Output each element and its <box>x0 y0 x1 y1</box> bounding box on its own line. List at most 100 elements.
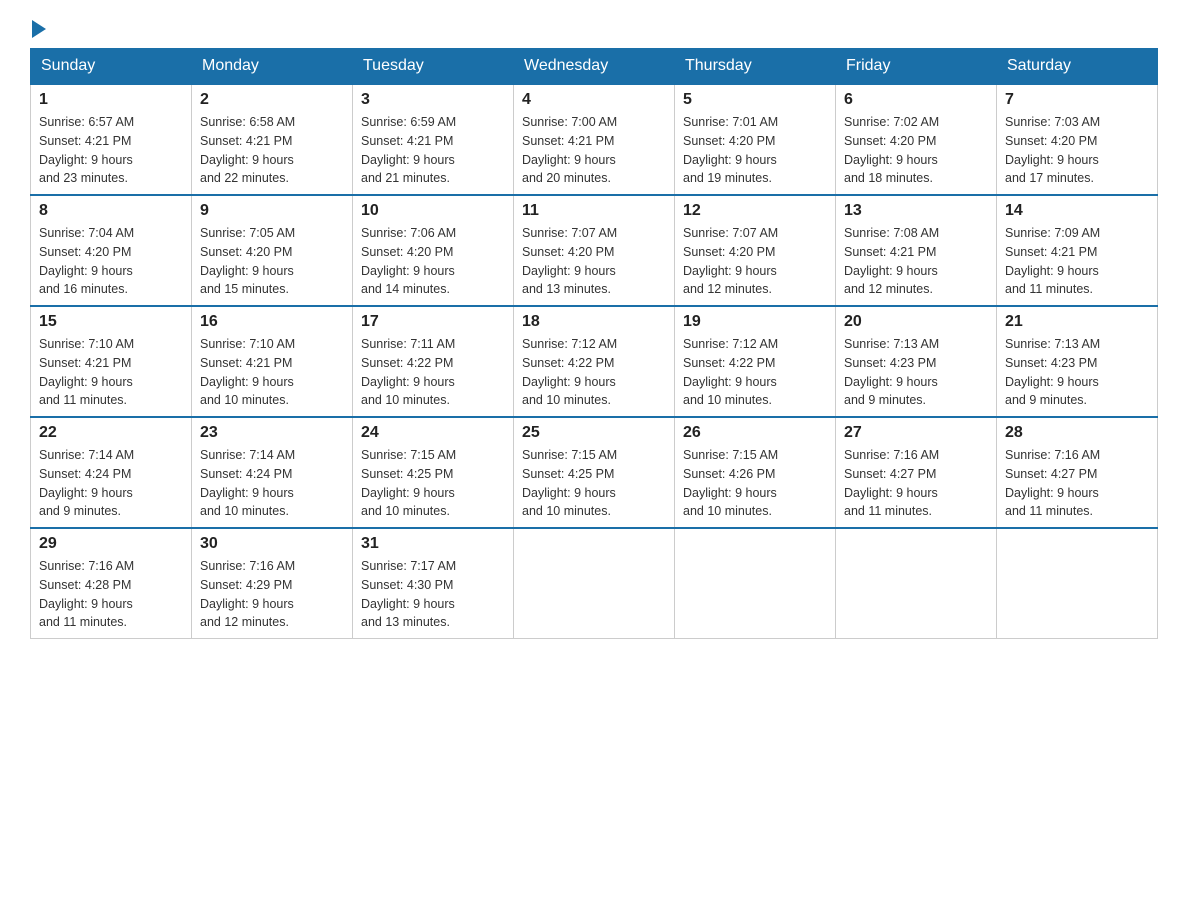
day-info: Sunrise: 6:57 AMSunset: 4:21 PMDaylight:… <box>39 113 183 188</box>
day-info: Sunrise: 7:00 AMSunset: 4:21 PMDaylight:… <box>522 113 666 188</box>
day-info: Sunrise: 7:10 AMSunset: 4:21 PMDaylight:… <box>200 335 344 410</box>
page-header <box>30 20 1158 38</box>
day-number: 19 <box>683 313 827 331</box>
calendar-body: 1 Sunrise: 6:57 AMSunset: 4:21 PMDaylight… <box>31 84 1158 639</box>
calendar-cell: 29 Sunrise: 7:16 AMSunset: 4:28 PMDayligh… <box>31 528 192 639</box>
day-number: 1 <box>39 91 183 109</box>
column-header-tuesday: Tuesday <box>353 49 514 85</box>
day-info: Sunrise: 7:13 AMSunset: 4:23 PMDaylight:… <box>844 335 988 410</box>
calendar-cell: 30Sunrise: 7:16 AMSunset: 4:29 PMDayligh… <box>192 528 353 639</box>
calendar-cell: 28 Sunrise: 7:16 AMSunset: 4:27 PMDayligh… <box>997 417 1158 528</box>
calendar-cell: 31Sunrise: 7:17 AMSunset: 4:30 PMDayligh… <box>353 528 514 639</box>
calendar-week-row: 15 Sunrise: 7:10 AMSunset: 4:21 PMDayligh… <box>31 306 1158 417</box>
calendar-week-row: 8 Sunrise: 7:04 AMSunset: 4:20 PMDaylight… <box>31 195 1158 306</box>
day-info: Sunrise: 7:16 AMSunset: 4:29 PMDaylight:… <box>200 557 344 632</box>
calendar-cell <box>836 528 997 639</box>
day-number: 23 <box>200 424 344 442</box>
calendar-week-row: 29 Sunrise: 7:16 AMSunset: 4:28 PMDayligh… <box>31 528 1158 639</box>
day-number: 26 <box>683 424 827 442</box>
calendar-cell: 10 Sunrise: 7:06 AMSunset: 4:20 PMDayligh… <box>353 195 514 306</box>
day-info: Sunrise: 7:02 AMSunset: 4:20 PMDaylight:… <box>844 113 988 188</box>
day-number: 20 <box>844 313 988 331</box>
day-info: Sunrise: 7:01 AMSunset: 4:20 PMDaylight:… <box>683 113 827 188</box>
calendar-cell: 23 Sunrise: 7:14 AMSunset: 4:24 PMDayligh… <box>192 417 353 528</box>
day-info: Sunrise: 7:16 AMSunset: 4:27 PMDaylight:… <box>844 446 988 521</box>
day-number: 5 <box>683 91 827 109</box>
logo-arrow-icon <box>32 20 46 38</box>
day-number: 4 <box>522 91 666 109</box>
day-number: 13 <box>844 202 988 220</box>
day-number: 9 <box>200 202 344 220</box>
day-info: Sunrise: 7:15 AMSunset: 4:26 PMDaylight:… <box>683 446 827 521</box>
calendar-cell: 2 Sunrise: 6:58 AMSunset: 4:21 PMDaylight… <box>192 84 353 195</box>
day-number: 18 <box>522 313 666 331</box>
day-info: Sunrise: 7:11 AMSunset: 4:22 PMDaylight:… <box>361 335 505 410</box>
day-number: 31 <box>361 535 505 553</box>
day-number: 25 <box>522 424 666 442</box>
day-info: Sunrise: 7:14 AMSunset: 4:24 PMDaylight:… <box>39 446 183 521</box>
day-info: Sunrise: 7:07 AMSunset: 4:20 PMDaylight:… <box>522 224 666 299</box>
day-number: 15 <box>39 313 183 331</box>
day-info: Sunrise: 7:14 AMSunset: 4:24 PMDaylight:… <box>200 446 344 521</box>
day-number: 22 <box>39 424 183 442</box>
calendar-cell: 22 Sunrise: 7:14 AMSunset: 4:24 PMDayligh… <box>31 417 192 528</box>
day-number: 6 <box>844 91 988 109</box>
calendar-cell: 7 Sunrise: 7:03 AMSunset: 4:20 PMDaylight… <box>997 84 1158 195</box>
calendar-cell: 19 Sunrise: 7:12 AMSunset: 4:22 PMDayligh… <box>675 306 836 417</box>
calendar-cell: 13 Sunrise: 7:08 AMSunset: 4:21 PMDayligh… <box>836 195 997 306</box>
calendar-cell: 15 Sunrise: 7:10 AMSunset: 4:21 PMDayligh… <box>31 306 192 417</box>
column-header-monday: Monday <box>192 49 353 85</box>
calendar-cell: 6 Sunrise: 7:02 AMSunset: 4:20 PMDaylight… <box>836 84 997 195</box>
calendar-week-row: 1 Sunrise: 6:57 AMSunset: 4:21 PMDaylight… <box>31 84 1158 195</box>
day-number: 16 <box>200 313 344 331</box>
day-number: 10 <box>361 202 505 220</box>
day-info: Sunrise: 7:12 AMSunset: 4:22 PMDaylight:… <box>522 335 666 410</box>
calendar-cell: 26 Sunrise: 7:15 AMSunset: 4:26 PMDayligh… <box>675 417 836 528</box>
day-info: Sunrise: 7:15 AMSunset: 4:25 PMDaylight:… <box>522 446 666 521</box>
calendar-cell: 20 Sunrise: 7:13 AMSunset: 4:23 PMDayligh… <box>836 306 997 417</box>
day-number: 27 <box>844 424 988 442</box>
calendar-cell: 17Sunrise: 7:11 AMSunset: 4:22 PMDayligh… <box>353 306 514 417</box>
day-number: 29 <box>39 535 183 553</box>
day-info: Sunrise: 7:10 AMSunset: 4:21 PMDaylight:… <box>39 335 183 410</box>
calendar-cell: 25 Sunrise: 7:15 AMSunset: 4:25 PMDayligh… <box>514 417 675 528</box>
day-info: Sunrise: 7:16 AMSunset: 4:27 PMDaylight:… <box>1005 446 1149 521</box>
calendar-cell <box>675 528 836 639</box>
day-info: Sunrise: 7:16 AMSunset: 4:28 PMDaylight:… <box>39 557 183 632</box>
calendar-cell: 18 Sunrise: 7:12 AMSunset: 4:22 PMDayligh… <box>514 306 675 417</box>
day-number: 28 <box>1005 424 1149 442</box>
day-number: 7 <box>1005 91 1149 109</box>
calendar-cell: 27 Sunrise: 7:16 AMSunset: 4:27 PMDayligh… <box>836 417 997 528</box>
calendar-cell: 24 Sunrise: 7:15 AMSunset: 4:25 PMDayligh… <box>353 417 514 528</box>
day-info: Sunrise: 7:04 AMSunset: 4:20 PMDaylight:… <box>39 224 183 299</box>
calendar-cell: 11Sunrise: 7:07 AMSunset: 4:20 PMDayligh… <box>514 195 675 306</box>
day-info: Sunrise: 7:13 AMSunset: 4:23 PMDaylight:… <box>1005 335 1149 410</box>
calendar-week-row: 22 Sunrise: 7:14 AMSunset: 4:24 PMDayligh… <box>31 417 1158 528</box>
day-info: Sunrise: 7:15 AMSunset: 4:25 PMDaylight:… <box>361 446 505 521</box>
day-info: Sunrise: 7:08 AMSunset: 4:21 PMDaylight:… <box>844 224 988 299</box>
day-info: Sunrise: 7:12 AMSunset: 4:22 PMDaylight:… <box>683 335 827 410</box>
day-number: 24 <box>361 424 505 442</box>
calendar-cell: 8 Sunrise: 7:04 AMSunset: 4:20 PMDaylight… <box>31 195 192 306</box>
column-header-sunday: Sunday <box>31 49 192 85</box>
day-number: 12 <box>683 202 827 220</box>
logo <box>30 20 48 38</box>
day-info: Sunrise: 6:59 AMSunset: 4:21 PMDaylight:… <box>361 113 505 188</box>
day-number: 14 <box>1005 202 1149 220</box>
day-info: Sunrise: 7:07 AMSunset: 4:20 PMDaylight:… <box>683 224 827 299</box>
column-header-wednesday: Wednesday <box>514 49 675 85</box>
calendar-cell: 9Sunrise: 7:05 AMSunset: 4:20 PMDaylight… <box>192 195 353 306</box>
column-header-saturday: Saturday <box>997 49 1158 85</box>
calendar-cell <box>514 528 675 639</box>
column-header-thursday: Thursday <box>675 49 836 85</box>
day-number: 8 <box>39 202 183 220</box>
calendar-cell: 3 Sunrise: 6:59 AMSunset: 4:21 PMDaylight… <box>353 84 514 195</box>
day-info: Sunrise: 6:58 AMSunset: 4:21 PMDaylight:… <box>200 113 344 188</box>
day-number: 2 <box>200 91 344 109</box>
calendar-cell: 16 Sunrise: 7:10 AMSunset: 4:21 PMDayligh… <box>192 306 353 417</box>
calendar-table: SundayMondayTuesdayWednesdayThursdayFrid… <box>30 48 1158 639</box>
day-number: 3 <box>361 91 505 109</box>
calendar-cell: 1 Sunrise: 6:57 AMSunset: 4:21 PMDaylight… <box>31 84 192 195</box>
day-info: Sunrise: 7:03 AMSunset: 4:20 PMDaylight:… <box>1005 113 1149 188</box>
day-info: Sunrise: 7:06 AMSunset: 4:20 PMDaylight:… <box>361 224 505 299</box>
